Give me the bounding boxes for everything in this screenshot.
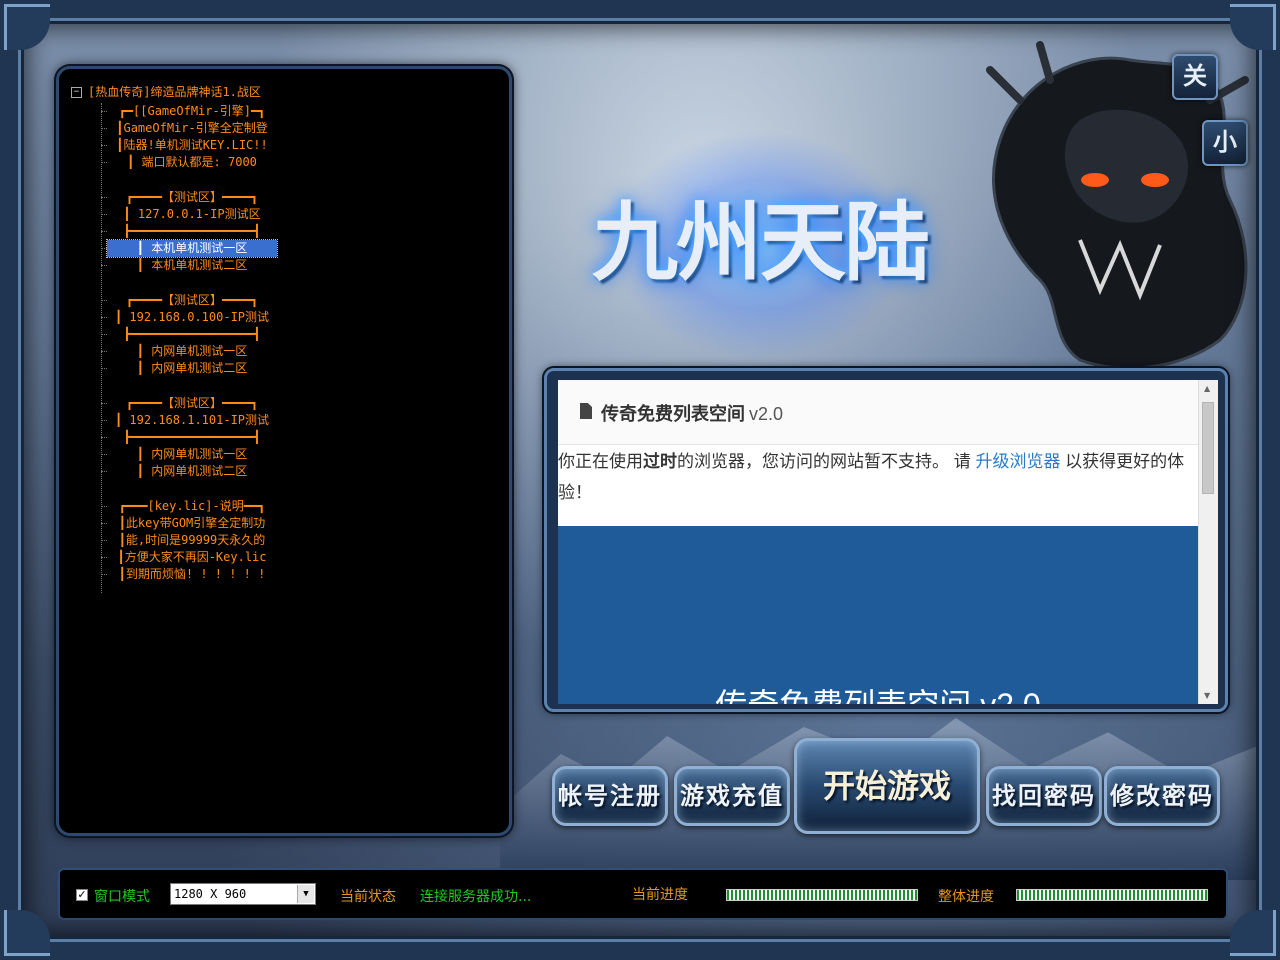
recover-password-button[interactable]: 找回密码 (986, 766, 1102, 826)
tree-item[interactable]: ┃GameOfMir-引擎全定制登 (101, 120, 277, 137)
overall-progress-fill (1017, 890, 1207, 900)
tree-item[interactable]: ┃ 内网单机测试二区 (101, 360, 277, 377)
upgrade-browser-link[interactable]: 升级浏览器 (975, 452, 1060, 471)
frame-corner (4, 910, 50, 956)
tree-item[interactable]: ┏━[[GameOfMir-引擎]━┓ (101, 103, 277, 120)
tree-item[interactable]: ┃ 端口默认都是: 7000 (101, 154, 277, 171)
register-account-button[interactable]: 帐号注册 (552, 766, 668, 826)
tree-item[interactable]: ┣━━━━━━━━━━━━━━━━━┫ (101, 429, 277, 446)
browser-header: 传奇免费列表空间 v2.0 (558, 380, 1198, 445)
tree-item[interactable]: ┣━━━━━━━━━━━━━━━━━┫ (101, 326, 277, 343)
browser-scrollbar[interactable]: ▲ ▼ (1198, 380, 1218, 704)
collapse-icon[interactable]: − (71, 87, 82, 98)
embedded-browser[interactable]: 传奇免费列表空间 v2.0 你正在使用过时的浏览器，您访问的网站暂不支持。 请 升… (558, 380, 1218, 704)
overall-progress-bar (1016, 889, 1208, 901)
status-bar: ✓ 窗口模式 1280 X 960 ▼ 当前状态 连接服务器成功... 当前进度… (58, 868, 1228, 920)
current-progress-bar (726, 889, 918, 901)
overall-progress-label: 整体进度 (938, 889, 994, 905)
minimize-button[interactable]: 小 (1202, 120, 1248, 166)
recharge-button[interactable]: 游戏充值 (674, 766, 790, 826)
scroll-down-icon[interactable]: ▼ (1204, 691, 1210, 700)
tree-item[interactable]: ┃陆器!单机测试KEY.LIC!! (101, 137, 277, 154)
tree-item[interactable]: ┃ 本机单机测试一区 (101, 239, 278, 258)
window-mode-label: 窗口模式 (94, 889, 150, 905)
banner-title: 传奇免费列表空间 v2.0 (558, 680, 1198, 704)
window-mode-checkbox[interactable]: ✓ (76, 889, 88, 901)
close-button[interactable]: 关 (1172, 54, 1218, 100)
frame-corner (4, 4, 50, 50)
tree-item[interactable]: ┏━━━━【测试区】━━━━┓ (101, 395, 277, 412)
tree-root-label: [热血传奇]缔造品牌神话1.战区 (88, 85, 261, 99)
outdated-browser-message: 你正在使用过时的浏览器，您访问的网站暂不支持。 请 升级浏览器 以获得更好的体验… (558, 446, 1194, 508)
msg-prefix: 你正在使用 (558, 452, 643, 471)
tree-item[interactable]: ┣━━━━━━━━━━━━━━━━━┫ (101, 223, 277, 240)
tree-root[interactable]: − [热血传奇]缔造品牌神话1.战区 (71, 83, 261, 100)
tree-item[interactable]: ┃ 192.168.1.101-IP测试 (101, 412, 277, 429)
browser-version: v2.0 (749, 404, 784, 424)
tree-item[interactable]: ┃ 内网单机测试二区 (101, 463, 277, 480)
tree-item[interactable]: ┃方便大家不再因-Key.lic (101, 549, 277, 566)
browser-title-text: 传奇免费列表空间 (601, 404, 745, 424)
chevron-down-icon[interactable]: ▼ (297, 885, 314, 903)
frame-corner (1230, 910, 1276, 956)
tree-item[interactable]: ┏━━━[key.lic]-说明━━┓ (101, 498, 277, 515)
msg-bold: 过时 (643, 452, 677, 471)
document-icon (580, 403, 592, 419)
tree-item[interactable]: ┏━━━━【测试区】━━━━┓ (101, 189, 277, 206)
tree-item[interactable]: ┃能,时间是99999天永久的 (101, 532, 277, 549)
current-progress-label: 当前进度 (632, 887, 688, 903)
start-game-button[interactable]: 开始游戏 (794, 738, 980, 834)
browser-banner: 传奇免费列表空间 v2.0 (558, 526, 1198, 704)
tree-item[interactable]: ┃ 本机单机测试二区 (101, 257, 277, 274)
tree-item[interactable]: ┃ 192.168.0.100-IP测试 (101, 309, 277, 326)
tree-item[interactable]: ┏━━━━【测试区】━━━━┓ (101, 292, 277, 309)
current-state-value: 连接服务器成功... (420, 889, 532, 905)
scroll-thumb[interactable] (1202, 402, 1214, 494)
tree-item[interactable]: ┃ 内网单机测试一区 (101, 343, 277, 360)
resolution-value: 1280 X 960 (174, 887, 247, 901)
tree-connector-line (101, 103, 102, 593)
browser-page-title: 传奇免费列表空间 v2.0 (601, 400, 783, 426)
tree-item[interactable]: ┃此key带GOM引擎全定制功 (101, 515, 277, 532)
tree-item[interactable]: ┃ 内网单机测试一区 (101, 446, 277, 463)
msg-mid: 的浏览器，您访问的网站暂不支持。 请 (677, 452, 976, 471)
game-logo-title: 九州天陆 (592, 192, 930, 293)
current-progress-fill (727, 890, 917, 900)
tree-item[interactable]: ┃到期而烦恼! ! ! ! ! ! (101, 566, 277, 583)
current-state-label: 当前状态 (340, 889, 396, 905)
change-password-button[interactable]: 修改密码 (1104, 766, 1220, 826)
server-list-panel: − [热血传奇]缔造品牌神话1.战区 ┏━[[GameOfMir-引擎]━┓ ┃Ga… (56, 66, 512, 836)
resolution-select[interactable]: 1280 X 960 ▼ (170, 883, 316, 905)
scroll-up-icon[interactable]: ▲ (1204, 384, 1210, 393)
tree-item[interactable]: ┃ 127.0.0.1-IP测试区 (101, 206, 277, 223)
